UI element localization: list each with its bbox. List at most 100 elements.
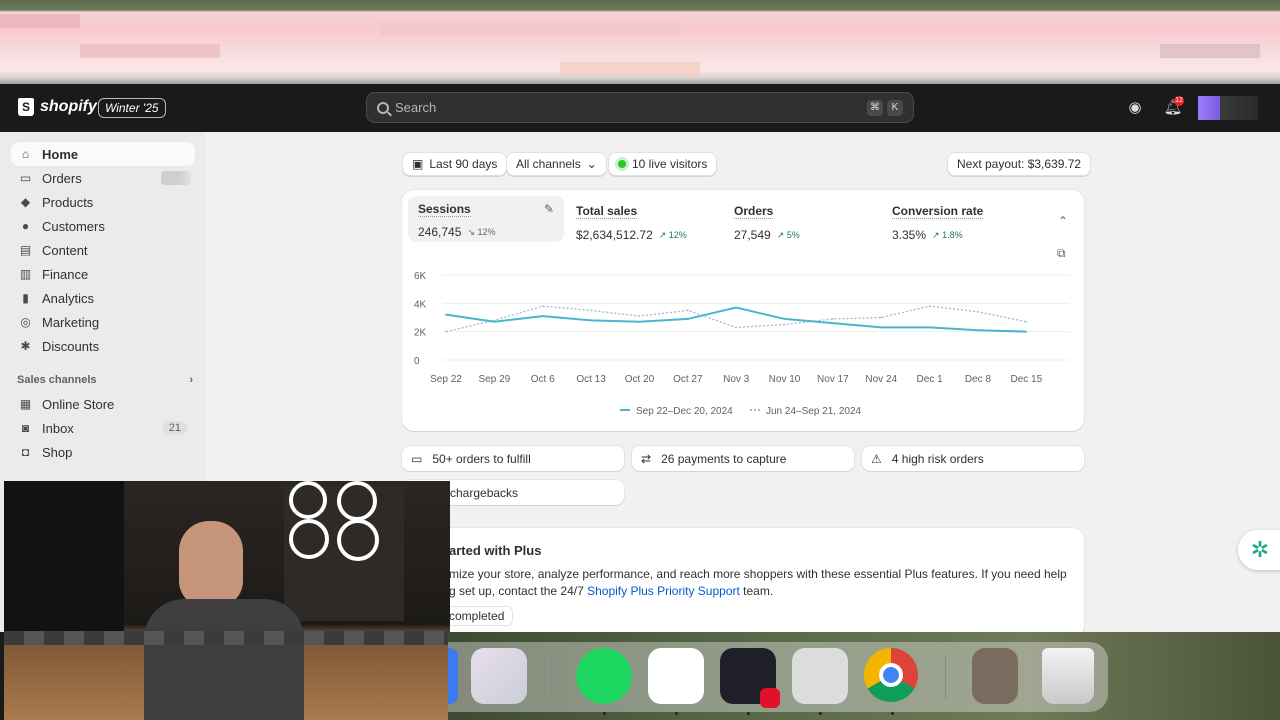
channels-dropdown[interactable]: All channels ⌄: [506, 152, 607, 176]
x-tick-label: Dec 8: [965, 374, 992, 385]
sidekick-icon[interactable]: ◉: [1125, 98, 1145, 118]
sidebar-item-finance[interactable]: ▥ Finance: [11, 262, 195, 286]
x-tick-label: Sep 29: [479, 374, 511, 385]
sidebar-item-label: Inbox: [42, 420, 74, 436]
sidebar-item-shop[interactable]: ◘ Shop: [11, 440, 195, 464]
calculator-icon[interactable]: [792, 648, 848, 704]
command-key: ⌘: [867, 99, 883, 116]
notification-badge: 12: [1174, 96, 1184, 106]
sidebar-item-orders[interactable]: ▭ Orders: [11, 166, 195, 190]
sidebar-item-home[interactable]: ⌂ Home: [11, 142, 195, 166]
data-point: [783, 318, 786, 320]
data-point: [1025, 320, 1028, 323]
video-thumbnail-icon[interactable]: [972, 648, 1018, 704]
discount-icon: ✱: [20, 338, 31, 353]
search-bar[interactable]: Search ⌘ K: [366, 92, 914, 123]
sidebar-item-content[interactable]: ▤ Content: [11, 238, 195, 262]
pixelated-strip: [4, 631, 450, 645]
sidebar-item-label: Discounts: [42, 338, 100, 354]
data-point: [735, 306, 737, 309]
plus-support-link[interactable]: Shopify Plus Priority Support: [587, 584, 740, 598]
date-range-button[interactable]: ▣ Last 90 days: [402, 152, 508, 176]
x-tick-label: Nov 3: [723, 374, 750, 385]
shop-icon: ◘: [21, 444, 30, 459]
dock-divider: [551, 656, 552, 700]
search-placeholder: Search: [395, 100, 437, 115]
legend-label: Sep 22–Dec 20, 2024: [636, 406, 733, 417]
x-tick-label: Oct 6: [531, 374, 555, 385]
data-point: [541, 305, 544, 307]
data-point: [590, 319, 592, 322]
brand-name: shopify: [40, 98, 97, 115]
redacted-orders-count: [161, 171, 191, 185]
monitor-shape: [4, 481, 124, 631]
sidebar-item-customers[interactable]: ● Customers: [11, 214, 195, 238]
sidebar-item-discounts[interactable]: ✱ Discounts: [11, 334, 195, 358]
data-point: [735, 326, 737, 329]
sidebar-item-online-store[interactable]: ▦ Online Store: [11, 392, 195, 416]
x-tick-label: Sep 22: [430, 374, 462, 385]
data-point: [590, 309, 592, 312]
sidebar-item-label: Products: [42, 194, 94, 210]
sales-channels-header[interactable]: Sales channels ›: [17, 374, 193, 386]
alert-icon: ⚠: [871, 451, 882, 466]
live-visitors-label: 10 live visitors: [632, 157, 708, 171]
y-tick-label: 6K: [414, 271, 427, 282]
x-tick-label: Dec 15: [1010, 374, 1042, 385]
completed-status-pill: completed: [440, 606, 514, 626]
high-risk-orders-button[interactable]: ⚠ 4 high risk orders: [862, 446, 1084, 471]
sidebar-item-analytics[interactable]: ▮ Analytics: [11, 286, 195, 310]
edition-badge: Winter '25: [98, 98, 166, 118]
iphone-mirroring-icon[interactable]: [471, 648, 527, 704]
ring-light-3: [289, 519, 329, 559]
macos-dock: [448, 632, 1280, 720]
x-tick-label: Oct 20: [625, 374, 655, 385]
live-dot-icon: [618, 160, 626, 168]
x-tick-label: Nov 10: [769, 374, 801, 385]
action-label: 26 payments to capture: [661, 451, 787, 466]
metrics-chart-card: Sessions ✎ 246,745 ↘ 12% Total sales $2,6…: [402, 190, 1084, 431]
sidebar-item-label: Home: [42, 146, 79, 162]
ring-light-1: [289, 481, 327, 519]
bank-icon: ▥: [19, 266, 32, 281]
tag-icon: ◆: [20, 194, 31, 209]
sidebar-item-label: Marketing: [42, 314, 100, 330]
next-payout-button[interactable]: Next payout: $3,639.72: [947, 152, 1092, 176]
ai-assistant-icon[interactable]: ✲: [1238, 530, 1280, 570]
inbox-icon: ◙: [21, 420, 30, 435]
data-point: [687, 318, 689, 320]
chevron-right-icon: ›: [189, 374, 193, 386]
sidebar-item-label: Shop: [42, 444, 73, 460]
sidebar-item-marketing[interactable]: ◎ Marketing: [11, 310, 195, 334]
slack-icon[interactable]: [648, 648, 704, 704]
plus-card-body: mize your store, analyze performance, an…: [449, 567, 1067, 581]
next-payout-label: Next payout: $3,639.72: [957, 157, 1082, 171]
data-point: [783, 323, 786, 326]
data-point: [832, 318, 834, 320]
sidebar-item-label: Online Store: [42, 396, 115, 412]
data-point: [687, 309, 689, 312]
live-visitors-button[interactable]: 10 live visitors: [608, 152, 718, 176]
data-point: [928, 305, 931, 307]
blurred-browser-bar: [0, 0, 1280, 84]
shopify-logo[interactable]: shopify: [18, 98, 97, 116]
action-label: chargebacks: [450, 485, 519, 500]
y-tick-label: 0: [414, 356, 420, 367]
sessions-line-chart: 0 2K 4K 6K Sep 22 Sep 29 Oct 6 Oct 13 Oct 20 Oct …: [414, 271, 1070, 417]
data-point: [638, 320, 641, 323]
content-icon: ▤: [19, 242, 32, 257]
orders-to-fulfill-button[interactable]: ▭ 50+ orders to fulfill: [402, 446, 624, 471]
store-avatar[interactable]: [1198, 96, 1258, 120]
payments-to-capture-button[interactable]: ⇄ 26 payments to capture: [632, 446, 854, 471]
person-icon: ●: [21, 218, 30, 233]
app-edge-icon[interactable]: [448, 648, 458, 704]
trash-icon[interactable]: [1042, 648, 1094, 704]
chrome-icon[interactable]: [864, 648, 920, 704]
sidebar-item-products[interactable]: ◆ Products: [11, 190, 195, 214]
y-tick-label: 2K: [414, 328, 427, 339]
open-app-indicator: [747, 712, 750, 715]
data-point: [493, 320, 496, 323]
sidebar-item-inbox[interactable]: ◙ Inbox 21: [11, 416, 195, 440]
obs-icon[interactable]: [720, 648, 780, 708]
spotify-icon[interactable]: [576, 648, 632, 704]
